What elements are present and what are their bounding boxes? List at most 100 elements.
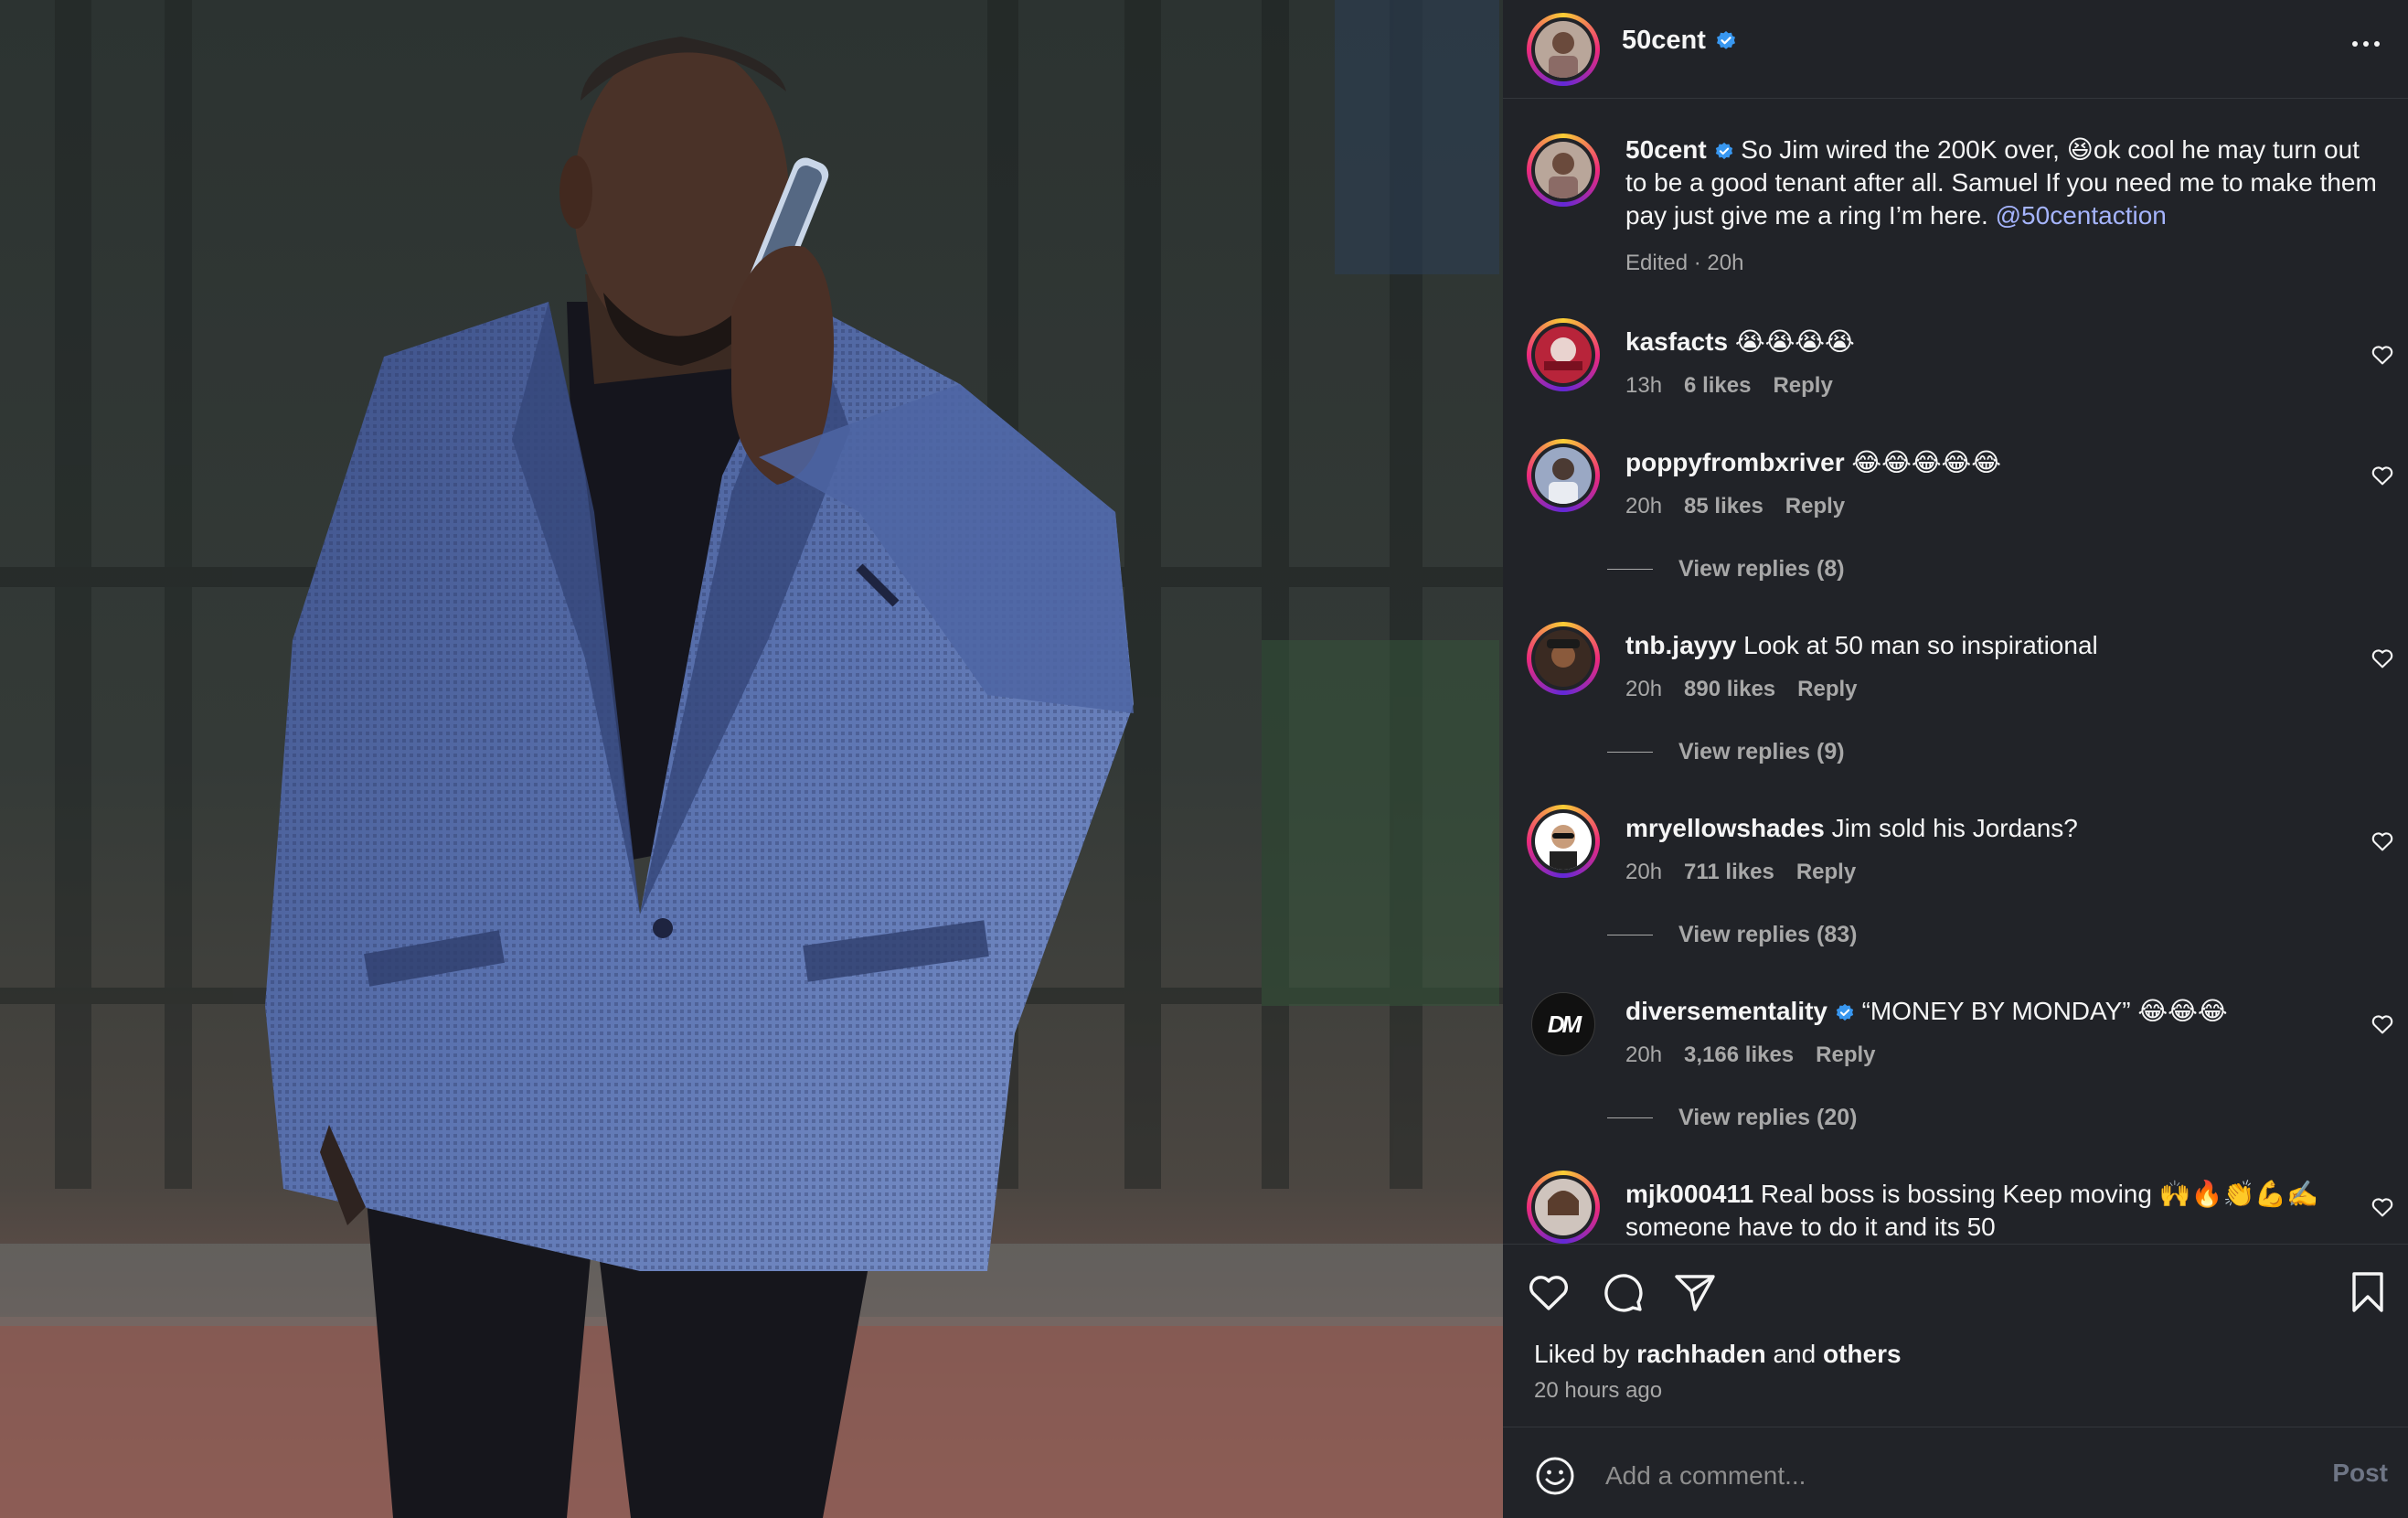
save-button[interactable] — [2344, 1268, 2392, 1316]
comment-meta: 13h 6 likes Reply — [1625, 373, 1833, 399]
reply-button[interactable]: Reply — [1797, 677, 1857, 702]
comment-item: mjk000411 Real boss is bossing Keep movi… — [1503, 1171, 2408, 1251]
verified-badge-icon — [1836, 1003, 1853, 1021]
comment-time: 13h — [1625, 373, 1663, 398]
commenter-avatar[interactable] — [1527, 805, 1600, 878]
like-comment-button[interactable] — [2370, 1194, 2395, 1220]
comment-meta: 20h 3,166 likes Reply — [1625, 1042, 1876, 1068]
comment-username[interactable]: poppyfrombxriver — [1625, 448, 1845, 476]
comment-likes[interactable]: 890 likes — [1684, 677, 1775, 702]
comment-text: diversementality “MONEY BY MONDAY” 😂😂😂 — [1625, 995, 2335, 1028]
comment-time: 20h — [1625, 494, 1663, 518]
commenter-avatar-image — [1535, 447, 1592, 504]
liked-by-and: and — [1765, 1340, 1823, 1368]
replies-divider — [1607, 1117, 1653, 1118]
caption-mention-link[interactable]: @50centaction — [1996, 201, 2167, 230]
comment-item: mryellowshades Jim sold his Jordans? 20h… — [1503, 805, 2408, 960]
view-replies-button[interactable]: View replies (9) — [1607, 739, 1845, 765]
commenter-avatar-logo: DM — [1547, 1010, 1582, 1038]
liked-by-prefix: Liked by — [1534, 1340, 1637, 1368]
comment-text: tnb.jayyy Look at 50 man so inspirationa… — [1625, 629, 2335, 662]
caption-author-avatar[interactable] — [1527, 134, 1600, 207]
author-avatar-image — [1535, 21, 1592, 78]
comments-list[interactable]: 50cent So Jim wired the 200K over, 😆ok c… — [1503, 99, 2408, 1251]
like-comment-button[interactable] — [2370, 342, 2395, 368]
reply-button[interactable]: Reply — [1796, 860, 1856, 885]
like-comment-button[interactable] — [2370, 646, 2395, 671]
more-options-button[interactable] — [2344, 27, 2388, 60]
more-horizontal-icon — [2352, 41, 2358, 47]
comment-time: 20h — [1625, 677, 1663, 701]
commenter-avatar-image — [1535, 326, 1592, 383]
comment-composer: Post — [1503, 1427, 2408, 1518]
reply-button[interactable]: Reply — [1773, 373, 1832, 399]
comment-meta: 20h 711 likes Reply — [1625, 860, 1856, 885]
like-comment-button[interactable] — [2370, 828, 2395, 854]
like-comment-button[interactable] — [2370, 463, 2395, 488]
comment-body: 😂😂😂😂😂 — [1851, 448, 2001, 476]
comment-time: 20h — [1625, 860, 1663, 884]
paper-plane-icon — [1675, 1275, 1715, 1311]
verified-badge-icon — [1715, 142, 1732, 159]
post-comment-button[interactable]: Post — [2332, 1459, 2388, 1488]
post-side-panel: 50cent 50cent So Jim wired the 200K over… — [1503, 0, 2408, 1518]
comment-text: kasfacts 😭😭😭😭 — [1625, 326, 2335, 358]
commenter-avatar-image — [1535, 1179, 1592, 1235]
like-button[interactable] — [1525, 1268, 1572, 1316]
commenter-avatar[interactable] — [1527, 622, 1600, 695]
liked-by-user[interactable]: rachhaden — [1636, 1340, 1766, 1368]
share-button[interactable] — [1671, 1268, 1719, 1316]
heart-icon — [2371, 832, 2393, 851]
reply-button[interactable]: Reply — [1816, 1042, 1875, 1068]
liked-by-others[interactable]: others — [1823, 1340, 1902, 1368]
comment-likes[interactable]: 3,166 likes — [1684, 1042, 1794, 1068]
post-photo[interactable] — [0, 0, 1503, 1518]
comment-likes[interactable]: 711 likes — [1684, 860, 1774, 885]
comment-body: 😭😭😭😭 — [1734, 327, 1855, 356]
commenter-avatar[interactable] — [1527, 318, 1600, 391]
commenter-avatar-image — [1535, 630, 1592, 687]
author-avatar[interactable] — [1527, 13, 1600, 86]
comment-username[interactable]: diversementality — [1625, 997, 1827, 1025]
comment-item: kasfacts 😭😭😭😭 13h 6 likes Reply — [1503, 318, 2408, 410]
view-replies-button[interactable]: View replies (20) — [1607, 1105, 1858, 1131]
post-header: 50cent — [1503, 0, 2408, 99]
comment-text: mjk000411 Real boss is bossing Keep movi… — [1625, 1178, 2335, 1244]
comment-username[interactable]: mjk000411 — [1625, 1180, 1753, 1208]
comment-username[interactable]: tnb.jayyy — [1625, 631, 1736, 659]
emoji-picker-button[interactable] — [1534, 1455, 1576, 1497]
comment-username[interactable]: kasfacts — [1625, 327, 1728, 356]
reply-button[interactable]: Reply — [1785, 494, 1845, 519]
post-action-bar: Liked by rachhaden and others 20 hours a… — [1503, 1244, 2408, 1427]
view-replies-button[interactable]: View replies (8) — [1607, 556, 1845, 583]
view-replies-button[interactable]: View replies (83) — [1607, 922, 1858, 948]
heart-icon — [2371, 649, 2393, 668]
comment-body: “MONEY BY MONDAY” 😂😂😂 — [1861, 997, 2228, 1025]
view-replies-label: View replies (83) — [1678, 922, 1858, 947]
commenter-avatar[interactable] — [1527, 1171, 1600, 1244]
comment-time: 20h — [1625, 1042, 1663, 1067]
comment-username[interactable]: mryellowshades — [1625, 814, 1825, 842]
comment-likes[interactable]: 85 likes — [1684, 494, 1763, 519]
author-username-header[interactable]: 50cent — [1622, 26, 1737, 56]
commenter-avatar[interactable]: DM — [1531, 992, 1595, 1056]
like-comment-button[interactable] — [2370, 1011, 2395, 1037]
caption-text: 50cent So Jim wired the 200K over, 😆ok c… — [1625, 134, 2386, 232]
post-timestamp[interactable]: 20 hours ago — [1534, 1378, 1662, 1404]
replies-divider — [1607, 752, 1653, 753]
liked-by-summary[interactable]: Liked by rachhaden and others — [1534, 1340, 1902, 1369]
comment-button[interactable] — [1598, 1268, 1646, 1316]
comment-likes[interactable]: 6 likes — [1684, 373, 1751, 399]
author-username[interactable]: 50cent — [1622, 26, 1706, 56]
view-replies-label: View replies (9) — [1678, 739, 1845, 764]
heart-icon — [2371, 1015, 2393, 1034]
view-replies-label: View replies (20) — [1678, 1105, 1858, 1130]
caption-edited-time: Edited · 20h — [1625, 251, 1744, 275]
caption-username[interactable]: 50cent — [1625, 135, 1707, 164]
commenter-avatar[interactable] — [1527, 439, 1600, 512]
instagram-post-modal: 50cent 50cent So Jim wired the 200K over… — [0, 0, 2408, 1518]
comment-input[interactable] — [1604, 1453, 2247, 1499]
post-caption: 50cent So Jim wired the 200K over, 😆ok c… — [1503, 134, 2408, 275]
replies-divider — [1607, 569, 1653, 570]
heart-icon — [2371, 466, 2393, 486]
